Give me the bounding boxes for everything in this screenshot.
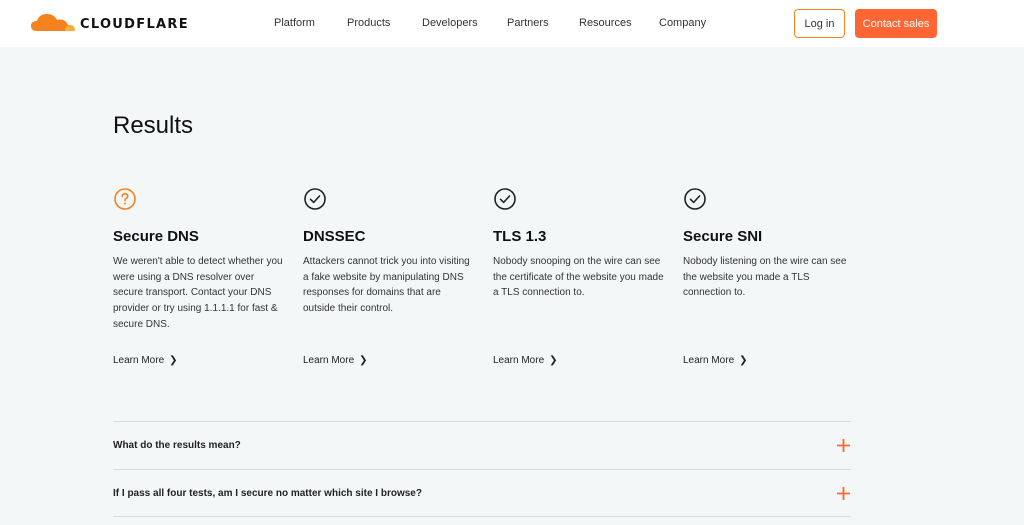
nav-developers[interactable]: Developers <box>422 17 478 29</box>
faq-divider <box>113 516 851 517</box>
learn-more-label: Learn More <box>493 355 545 366</box>
card-description: Nobody snooping on the wire can see the … <box>493 256 664 299</box>
result-card-secure-dns: Secure DNS We weren't able to detect whe… <box>113 187 288 366</box>
chevron-right-icon: ❯ <box>359 355 368 366</box>
learn-more-label: Learn More <box>113 355 165 366</box>
learn-more-label: Learn More <box>683 355 735 366</box>
result-card-dnssec: DNSSEC Attackers cannot trick you into v… <box>303 187 478 366</box>
learn-more-link[interactable]: Learn More ❯ <box>683 355 748 366</box>
card-description: We weren't able to detect whether you we… <box>113 256 283 330</box>
nav-resources[interactable]: Resources <box>579 17 632 29</box>
card-title: DNSSEC <box>303 228 366 245</box>
chevron-right-icon: ❯ <box>169 355 178 366</box>
check-circle-icon <box>684 188 706 210</box>
contact-sales-button[interactable]: Contact sales <box>855 9 937 38</box>
nav-platform[interactable]: Platform <box>274 17 315 29</box>
learn-more-link[interactable]: Learn More ❯ <box>303 355 368 366</box>
check-circle-icon <box>304 188 326 210</box>
expand-plus-icon[interactable] <box>836 486 851 501</box>
check-circle-icon <box>494 188 516 210</box>
learn-more-link[interactable]: Learn More ❯ <box>113 355 178 366</box>
page-title: Results <box>113 112 194 139</box>
card-title: Secure DNS <box>113 228 199 245</box>
question-circle-icon <box>114 188 136 210</box>
faq-divider <box>113 469 851 470</box>
result-card-secure-sni: Secure SNI Nobody listening on the wire … <box>683 187 858 366</box>
chevron-right-icon: ❯ <box>739 355 748 366</box>
card-title: TLS 1.3 <box>493 228 547 245</box>
top-navigation-bar: CLOUDFLARE Platform Products Developers … <box>0 0 1024 47</box>
faq-question-four-tests[interactable]: If I pass all four tests, am I secure no… <box>113 488 422 499</box>
card-description: Nobody listening on the wire can see the… <box>683 256 847 299</box>
learn-more-label: Learn More <box>303 355 355 366</box>
faq-divider <box>113 421 851 422</box>
learn-more-link[interactable]: Learn More ❯ <box>493 355 558 366</box>
nav-company[interactable]: Company <box>659 17 706 29</box>
nav-partners[interactable]: Partners <box>507 17 549 29</box>
card-description: Attackers cannot trick you into visiting… <box>303 256 470 315</box>
expand-plus-icon[interactable] <box>836 438 851 453</box>
card-title: Secure SNI <box>683 228 763 245</box>
chevron-right-icon: ❯ <box>549 355 558 366</box>
nav-products[interactable]: Products <box>347 17 390 29</box>
faq-question-results-meaning[interactable]: What do the results mean? <box>113 440 241 451</box>
login-button[interactable]: Log in <box>794 9 845 38</box>
result-card-tls13: TLS 1.3 Nobody snooping on the wire can … <box>493 187 668 366</box>
